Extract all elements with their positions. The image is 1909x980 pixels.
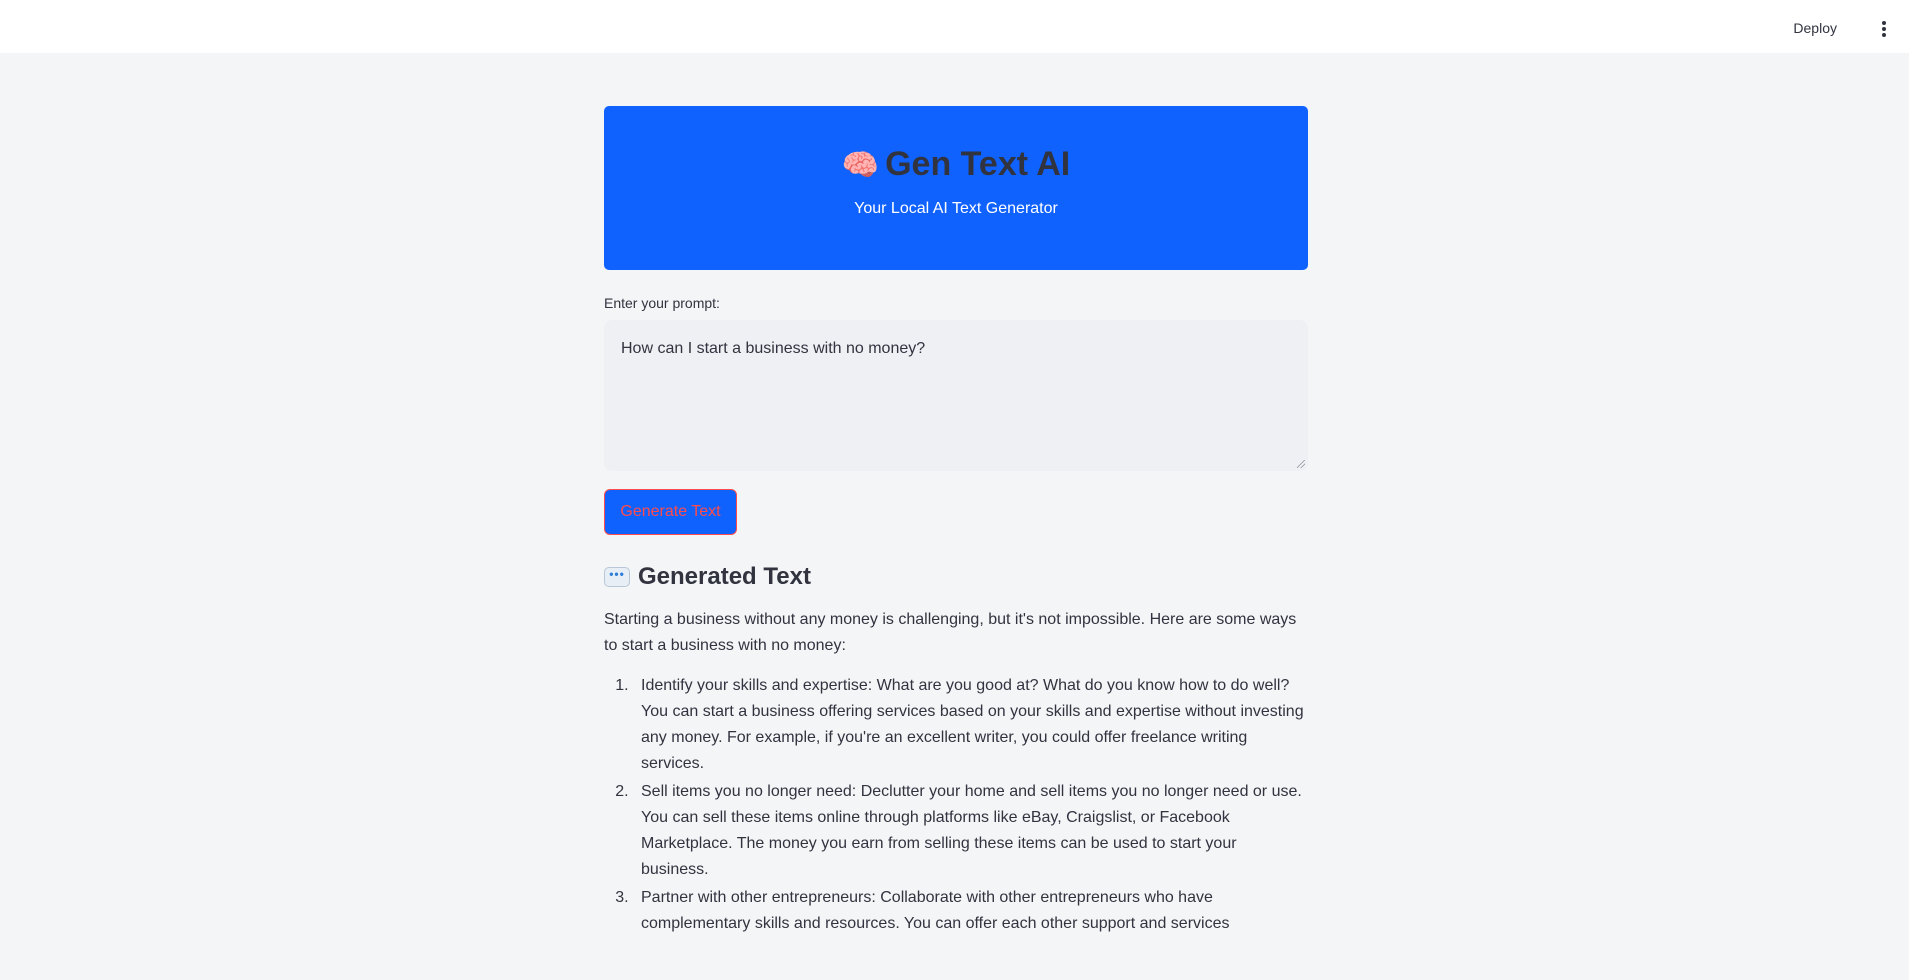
main-content: 🧠 Gen Text AI Your Local AI Text Generato… (604, 106, 1308, 939)
hero-banner: 🧠 Gen Text AI Your Local AI Text Generato… (604, 106, 1308, 270)
app-title: 🧠 Gen Text AI (604, 144, 1308, 186)
brain-icon: 🧠 (841, 149, 880, 182)
prompt-text: How can I start a business with no money… (621, 340, 926, 357)
top-toolbar: Deploy (0, 0, 1909, 53)
prompt-label: Enter your prompt: (604, 295, 720, 311)
resize-handle[interactable] (1297, 460, 1305, 468)
deploy-button[interactable]: Deploy (1793, 20, 1837, 36)
generate-text-button[interactable]: Generate Text (604, 489, 737, 535)
generated-list: Identify your skills and expertise: What… (604, 673, 1308, 937)
generated-text-heading-label: Generated Text (638, 563, 811, 590)
generated-intro: Starting a business without any money is… (604, 611, 1297, 654)
speech-bubble-icon: ••• (604, 567, 630, 587)
app-subtitle: Your Local AI Text Generator (854, 200, 1058, 217)
prompt-textarea[interactable]: How can I start a business with no money… (604, 320, 1308, 471)
vertical-ellipsis-icon[interactable] (1881, 21, 1887, 37)
list-item: Sell items you no longer need: Declutter… (633, 779, 1308, 883)
app-title-text: Gen Text AI (885, 145, 1071, 183)
generated-text-heading: ••• Generated Text (604, 563, 1308, 591)
list-item: Identify your skills and expertise: What… (633, 673, 1308, 777)
list-item: Partner with other entrepreneurs: Collab… (633, 885, 1308, 937)
